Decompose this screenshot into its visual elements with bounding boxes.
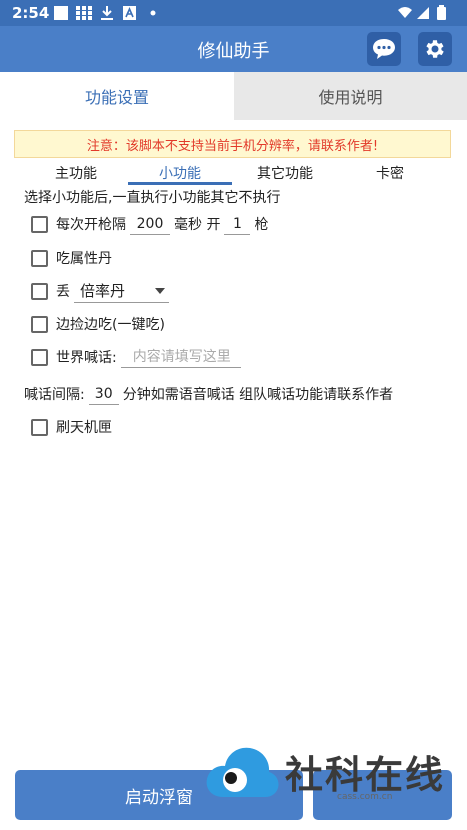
watermark: 社科在线 cass.com.cn	[205, 742, 450, 807]
discard-row: 丢 倍率丹	[31, 278, 169, 304]
watermark-url: cass.com.cn	[337, 792, 393, 802]
watermark-text: 社科在线	[285, 753, 446, 797]
shoot-interval-input[interactable]: 200	[130, 213, 170, 235]
eat-attr-checkbox[interactable]	[31, 249, 48, 267]
chat-interval-label: 喊话间隔:	[24, 387, 85, 403]
chat-button[interactable]	[367, 32, 401, 66]
shoot-suffix-label: 枪	[254, 217, 269, 233]
shoot-option-row: 每次开枪隔 200 毫秒 开 1 枪	[31, 211, 268, 237]
gear-icon	[426, 40, 444, 58]
discard-label: 丢	[56, 284, 70, 300]
subtab-main[interactable]: 主功能	[40, 163, 112, 183]
shoot-unit-label: 毫秒 开	[174, 217, 221, 233]
subtab-other-functions[interactable]: 其它功能	[242, 163, 328, 183]
chat-interval-input[interactable]: 30	[88, 383, 119, 405]
subtab-card-key[interactable]: 卡密	[360, 163, 420, 183]
sub-tabs: 主功能 小功能 其它功能 卡密	[0, 160, 467, 186]
world-chat-input[interactable]: 内容请填写这里	[120, 346, 241, 368]
pickup-row: 边捡边吃(一键吃)	[31, 311, 165, 337]
world-chat-checkbox[interactable]	[31, 348, 48, 366]
chat-bubble-icon	[373, 39, 395, 59]
heaven-box-label: 刷天机匣	[56, 420, 112, 436]
resolution-warning: 注意：该脚本不支持当前手机分辨率，请联系作者!	[14, 130, 451, 158]
cloud-logo-icon	[206, 747, 279, 797]
subtab-indicator	[128, 182, 232, 185]
wifi-signal-battery-icons	[398, 5, 446, 20]
chat-interval-note: 分钟如需语音喊话 组队喊话功能请联系作者	[122, 387, 394, 403]
pickup-label: 边捡边吃(一键吃)	[56, 317, 165, 333]
square-notification-icon	[54, 6, 68, 20]
status-bar: 2:54	[0, 0, 467, 26]
world-chat-label: 世界喊话:	[56, 350, 117, 366]
font-notification-icon	[123, 6, 136, 20]
grid-notification-icon	[76, 6, 92, 20]
eat-attr-row: 吃属性丹	[31, 245, 112, 271]
shoot-checkbox[interactable]	[31, 215, 48, 233]
shoot-label: 每次开枪隔	[56, 217, 126, 233]
download-icon	[101, 6, 113, 20]
heaven-box-row: 刷天机匣	[31, 414, 112, 440]
pickup-checkbox[interactable]	[31, 315, 48, 333]
status-time: 2:54	[12, 4, 50, 22]
discard-checkbox[interactable]	[31, 282, 48, 300]
dot-icon	[150, 10, 156, 16]
settings-button[interactable]	[418, 32, 452, 66]
tab-instructions[interactable]: 使用说明	[234, 72, 467, 120]
intro-text: 选择小功能后,一直执行小功能其它不执行	[24, 190, 281, 206]
discard-selected-value: 倍率丹	[80, 282, 126, 300]
dropdown-arrow-icon	[155, 287, 165, 294]
tab-function-settings[interactable]: 功能设置	[0, 72, 234, 120]
subtab-small-functions[interactable]: 小功能	[144, 163, 216, 183]
chat-interval-row: 喊话间隔: 30 分钟如需语音喊话 组队喊话功能请联系作者	[24, 383, 393, 405]
shoot-count-input[interactable]: 1	[224, 213, 251, 235]
world-chat-row: 世界喊话: 内容请填写这里	[31, 344, 241, 370]
status-right-icons	[397, 5, 455, 25]
eat-attr-label: 吃属性丹	[56, 251, 112, 267]
app-bar: 修仙助手	[0, 26, 467, 72]
main-tabs: 功能设置 使用说明	[0, 72, 467, 120]
heaven-box-checkbox[interactable]	[31, 418, 48, 436]
discard-item-select[interactable]: 倍率丹	[74, 279, 169, 303]
